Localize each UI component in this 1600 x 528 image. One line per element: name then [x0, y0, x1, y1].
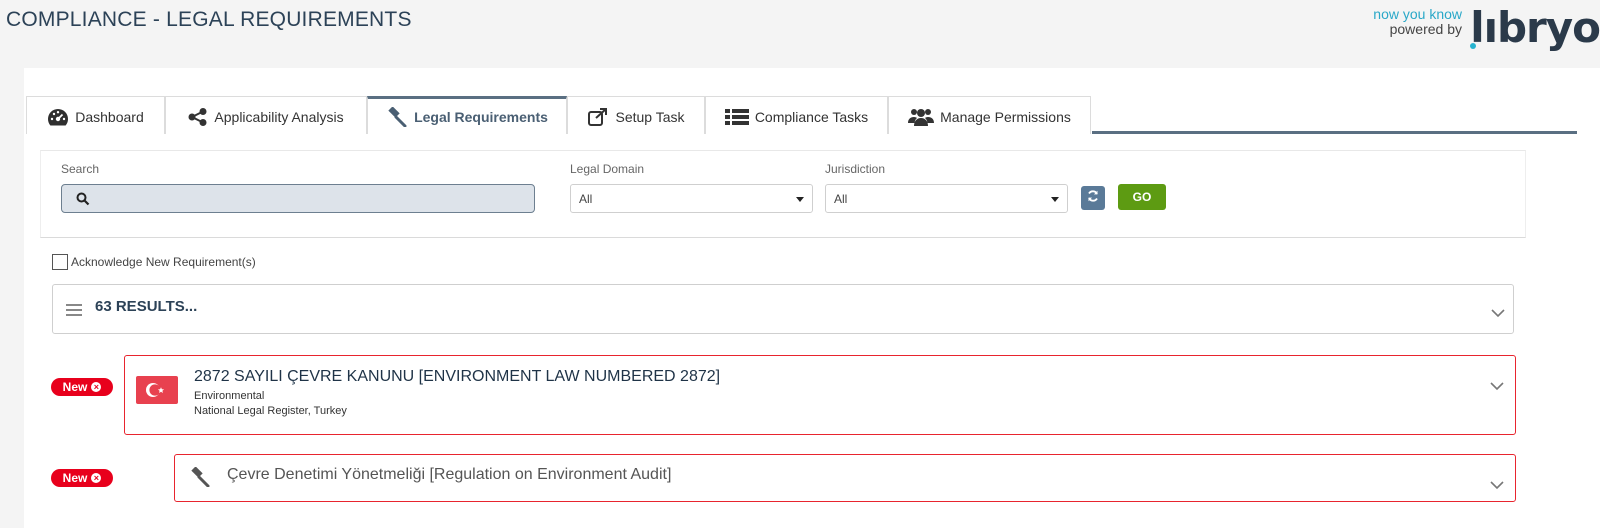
tab-label: Compliance Tasks [754, 108, 869, 125]
caret-down-icon [796, 197, 804, 202]
legal-domain-value: All [579, 191, 593, 206]
tab-manage-permissions[interactable]: Manage Permissions [888, 96, 1091, 134]
law-card[interactable]: 2872 SAYILI ÇEVRE KANUNU [ENVIRONMENT LA… [124, 355, 1516, 435]
tab-label: Applicability Analysis [214, 108, 344, 125]
new-badge[interactable]: New × [51, 469, 113, 487]
jurisdiction-select[interactable]: All [825, 184, 1068, 213]
external-link-icon [587, 107, 609, 127]
gavel-icon [386, 106, 408, 127]
search-input[interactable] [96, 188, 526, 210]
main-panel: Dashboard Applicability Analysis Legal R… [24, 68, 1600, 528]
chevron-down-icon[interactable] [1491, 305, 1505, 323]
refresh-button[interactable] [1081, 186, 1105, 210]
tab-dashboard[interactable]: Dashboard [26, 96, 165, 134]
logo-dot [1470, 43, 1476, 49]
badge-label: New [62, 380, 88, 394]
refresh-icon [1087, 189, 1099, 207]
search-icon [76, 192, 90, 211]
acknowledge-checkbox[interactable]: Acknowledge New Requirement(s) [52, 254, 256, 270]
list-icon [724, 108, 749, 126]
tab-label: Legal Requirements [414, 108, 548, 125]
brand-tagline: now you know powered by [1373, 7, 1462, 37]
turkey-flag-icon [136, 376, 178, 404]
tab-legal-requirements[interactable]: Legal Requirements [367, 96, 567, 134]
tab-label: Dashboard [75, 108, 144, 125]
dashboard-icon [47, 108, 69, 126]
libryo-logo: lıbryo [1470, 3, 1600, 52]
law-source: National Legal Register, Turkey [194, 405, 347, 417]
chevron-down-icon[interactable] [1490, 378, 1504, 396]
law-title: 2872 SAYILI ÇEVRE KANUNU [ENVIRONMENT LA… [194, 368, 721, 385]
go-button[interactable]: GO [1118, 184, 1166, 210]
filter-bar: Search Legal Domain All Jurisdiction All… [40, 150, 1526, 238]
law-domain: Environmental [194, 390, 265, 402]
badge-label: New [62, 471, 88, 485]
results-summary[interactable]: 63 RESULTS... [52, 284, 1514, 334]
tagline-line1: now you know [1373, 6, 1462, 22]
legal-domain-select[interactable]: All [570, 184, 813, 213]
close-icon[interactable]: × [91, 382, 102, 392]
jurisdiction-label: Jurisdiction [825, 162, 886, 176]
page-title: COMPLIANCE - LEGAL REQUIREMENTS [6, 8, 412, 31]
regulation-card[interactable]: Çevre Denetimi Yönetmeliği [Regulation o… [174, 454, 1516, 502]
tagline-line2: powered by [1389, 21, 1462, 37]
caret-down-icon [1051, 197, 1059, 202]
menu-icon [66, 303, 82, 321]
users-icon [908, 107, 935, 127]
tab-bar: Dashboard Applicability Analysis Legal R… [26, 96, 1577, 134]
tab-applicability-analysis[interactable]: Applicability Analysis [165, 96, 367, 134]
acknowledge-label: Acknowledge New Requirement(s) [71, 255, 256, 269]
regulation-title: Çevre Denetimi Yönetmeliği [Regulation o… [227, 466, 672, 483]
brand: now you know powered by lıbryo [1340, 4, 1600, 52]
checkbox-box[interactable] [52, 254, 68, 270]
gavel-icon [189, 466, 211, 492]
tab-compliance-tasks[interactable]: Compliance Tasks [705, 96, 888, 134]
tab-setup-task[interactable]: Setup Task [567, 96, 705, 134]
share-icon [188, 107, 208, 126]
tabs-underline [1092, 131, 1577, 134]
chevron-down-icon[interactable] [1490, 477, 1504, 495]
search-label: Search [61, 162, 100, 176]
results-count: 63 RESULTS... [95, 298, 198, 315]
tab-label: Manage Permissions [940, 108, 1071, 125]
close-icon[interactable]: × [91, 473, 102, 483]
legal-domain-label: Legal Domain [570, 162, 645, 176]
search-field[interactable] [61, 184, 535, 213]
tab-label: Setup Task [615, 108, 685, 125]
jurisdiction-value: All [834, 191, 848, 206]
new-badge[interactable]: New × [51, 378, 113, 396]
